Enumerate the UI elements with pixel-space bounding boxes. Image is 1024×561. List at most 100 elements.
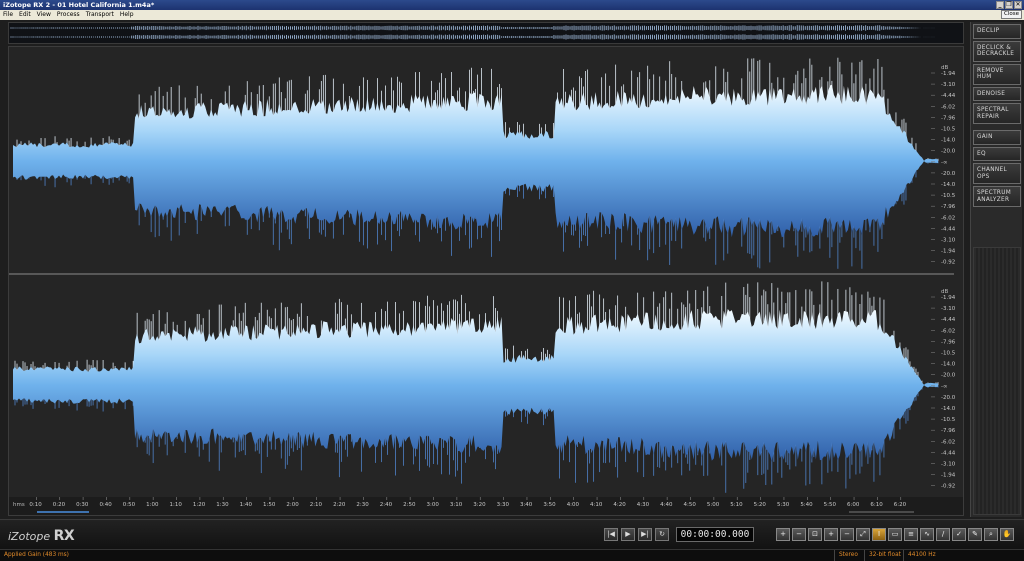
db-tick-label-ch2: -4.44 [941, 450, 956, 456]
menu-view[interactable]: View [34, 10, 54, 20]
module-spectral-repair-button[interactable]: SPECTRAL REPAIR [973, 103, 1021, 124]
tool-palette: + − ⊡ + − ⤢ I ▭ ≡ ∿ / ✓ ✎ ⌕ ✋ [776, 528, 1014, 541]
brush-icon[interactable]: / [936, 528, 950, 541]
loop-icon[interactable]: ↻ [655, 528, 669, 541]
menu-bar: File Edit View Process Transport Help Cl… [0, 10, 1024, 20]
time-tick-label: 5:20 [754, 502, 767, 508]
time-tick-label: 2:10 [310, 502, 323, 508]
channel-right-waveform [13, 281, 939, 493]
time-tick-label: 1:30 [216, 502, 229, 508]
db-tick-label-ch2: -3.10 [941, 462, 956, 468]
time-tick-label: 4:00 [567, 502, 580, 508]
module-panel-filler [973, 247, 1021, 515]
db-tick-label-ch1: -1.94 [941, 71, 956, 77]
play-icon[interactable]: ▶ [621, 528, 635, 541]
timecode-display: 00:00:00.000 [676, 527, 754, 542]
time-tick-label: 5:00 [707, 502, 720, 508]
freq-select-icon[interactable]: ≡ [904, 528, 918, 541]
channel-left-waveform [13, 57, 939, 269]
db-tick-label-ch2: -20.0 [941, 395, 956, 401]
menu-transport[interactable]: Transport [83, 10, 117, 20]
time-tick-label: 6:00 [847, 502, 860, 508]
db-tick-label-ch1: -7.96 [941, 204, 956, 210]
time-tick-label: 4:10 [590, 502, 603, 508]
time-tick-label: 5:10 [730, 502, 743, 508]
time-tick-label: 6:10 [870, 502, 883, 508]
hand-icon[interactable]: ✋ [1000, 528, 1014, 541]
module-channel-ops-button[interactable]: CHANNEL OPS [973, 163, 1021, 184]
time-tick-label: 2:40 [380, 502, 393, 508]
time-select-icon[interactable]: I [872, 528, 886, 541]
zoom-full-icon[interactable]: ⤢ [856, 528, 870, 541]
db-tick-label-ch2: -0.92 [941, 484, 955, 490]
minimize-button[interactable]: _ [996, 1, 1004, 9]
zoom-selection-icon[interactable]: ⊡ [808, 528, 822, 541]
status-channels: Stereo [834, 550, 858, 561]
zoom-out-icon[interactable]: − [792, 528, 806, 541]
module-eq-button[interactable]: EQ [973, 146, 1021, 161]
time-tick-label: 1:40 [240, 502, 253, 508]
zoom-out-h-icon[interactable]: − [840, 528, 854, 541]
time-tick-label: 5:30 [777, 502, 790, 508]
db-tick-label-ch1: -10.5 [941, 127, 956, 133]
db-tick-label-ch2: -6.02 [941, 328, 955, 334]
db-tick-label-ch2: -7.96 [941, 428, 956, 434]
time-tick-label: 1:50 [263, 502, 276, 508]
db-tick-label-ch1: -0.92 [941, 260, 955, 266]
time-tick-label: 0:50 [123, 502, 136, 508]
logo-brand: iZotope [8, 530, 51, 543]
close-file-button[interactable]: Close [1001, 10, 1022, 19]
zoom-in-icon[interactable]: + [776, 528, 790, 541]
db-tick-label-ch1: -20.0 [941, 149, 956, 155]
time-tick-label: 1:20 [193, 502, 206, 508]
db-tick-label-ch1: -20.0 [941, 171, 956, 177]
time-tick-label: 0:20 [53, 502, 66, 508]
db-tick-label-ch2: -1.94 [941, 295, 956, 301]
close-window-button[interactable]: ✕ [1014, 1, 1022, 9]
db-tick-label-ch1: -3.10 [941, 238, 956, 244]
time-tick-label: 2:20 [333, 502, 346, 508]
play-selection-icon[interactable]: ▶| [638, 528, 652, 541]
menu-file[interactable]: File [0, 10, 16, 20]
db-tick-label-ch1: -1.94 [941, 249, 956, 255]
waveform-overview[interactable] [8, 22, 964, 44]
menu-help[interactable]: Help [117, 10, 137, 20]
time-tick-label: 4:50 [684, 502, 697, 508]
skip-to-start-icon[interactable]: |◀ [604, 528, 618, 541]
db-tick-label-ch1: -14.0 [941, 138, 956, 144]
time-tick-label: 3:10 [450, 502, 463, 508]
time-tick-label: 4:40 [660, 502, 673, 508]
time-tick-label: 4:20 [613, 502, 626, 508]
maximize-button[interactable]: ❐ [1005, 1, 1013, 9]
zoom-in-h-icon[interactable]: + [824, 528, 838, 541]
module-gain-button[interactable]: GAIN [973, 130, 1021, 145]
db-tick-label-ch1: -10.5 [941, 193, 956, 199]
pencil-icon[interactable]: ✎ [968, 528, 982, 541]
module-remove-hum-button[interactable]: REMOVE HUM [973, 63, 1021, 85]
lasso-icon[interactable]: ∿ [920, 528, 934, 541]
db-tick-label-ch1: -6.02 [941, 215, 955, 221]
izotope-logo: iZotope RX [8, 528, 75, 544]
wand-icon[interactable]: ✓ [952, 528, 966, 541]
db-tick-label-ch1: -∞ [941, 160, 948, 166]
status-message: Applied Gain (483 ms) [4, 552, 69, 558]
module-declick-decrackle-button[interactable]: DECLICK & DECRACKLE [973, 40, 1021, 62]
db-tick-label-ch2: -7.96 [941, 339, 956, 345]
magnify-icon[interactable]: ⌕ [984, 528, 998, 541]
menu-process[interactable]: Process [54, 10, 83, 20]
transport-bar: iZotope RX |◀ ▶ ▶| ↻ 00:00:00.000 + − ⊡ + − ⤢ I ▭ ≡… [0, 519, 1024, 549]
overview-waveform [10, 25, 935, 40]
module-spectrum-analyzer-button[interactable]: SPECTRUM ANALYZER [973, 186, 1021, 207]
rect-select-icon[interactable]: ▭ [888, 528, 902, 541]
db-tick-label-ch2: -14.0 [941, 406, 956, 412]
db-tick-label-ch1: -4.44 [941, 93, 956, 99]
waveform-display[interactable]: dB -1.94 -3.10 -4.44 -6.02 -7.96 -10.5 -14.0 -20… [8, 46, 964, 516]
waveform-canvas[interactable]: dB-1.94-3.10-4.44-6.02-7.96-10.5-14.0-20… [9, 47, 963, 515]
time-tick-label: 0:40 [99, 502, 112, 508]
module-denoise-button[interactable]: DENOISE [973, 86, 1021, 101]
title-bar: iZotope RX 2 - 01 Hotel California 1.m4a… [0, 0, 1024, 10]
time-tick-label: 2:50 [403, 502, 416, 508]
menu-edit[interactable]: Edit [16, 10, 34, 20]
module-declip-button[interactable]: DECLIP [973, 24, 1021, 39]
time-tick-label: 0:10 [29, 502, 42, 508]
